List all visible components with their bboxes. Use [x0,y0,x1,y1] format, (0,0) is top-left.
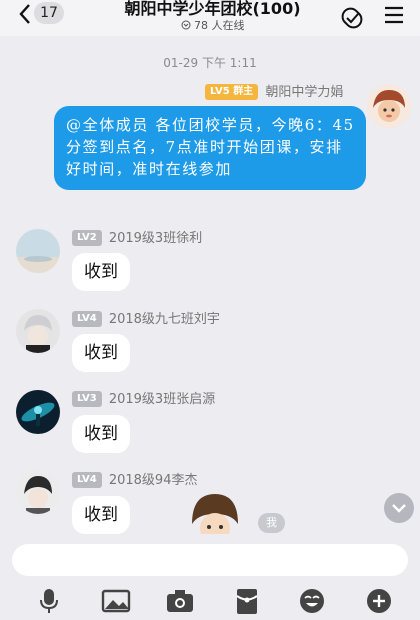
sender-info: LV3 2019级3班张启源 [72,391,215,408]
sticker-image[interactable] [186,490,244,534]
message-input[interactable] [12,544,408,576]
message-bubble[interactable]: 收到 [72,334,130,372]
sender-name: 2018级94李杰 [108,472,198,488]
me-label: 我 [258,513,285,533]
input-bar [0,534,420,620]
avatar[interactable] [16,470,60,514]
level-badge: LV2 [72,230,102,246]
sender-info: LV4 2018级94李杰 [72,472,197,489]
mic-icon[interactable] [34,586,64,616]
sender-name: 朝阳中学力娟 [265,84,344,100]
online-count: 78 人在线 [194,19,245,32]
sender-info: LV2 2019级3班徐利 [72,230,202,247]
message-bubble[interactable]: 收到 [72,253,130,291]
red-packet-icon[interactable] [232,586,262,616]
avatar[interactable] [16,229,60,273]
chevron-down-circle-icon [181,20,190,30]
avatar[interactable] [16,390,60,434]
level-badge: LV3 [72,391,102,407]
group-title[interactable]: 朝阳中学少年团校(100) [100,0,325,18]
sender-name: 2019级3班张启源 [108,391,216,407]
group-call-icon[interactable] [338,4,366,36]
emoji-icon[interactable] [297,586,327,616]
message-bubble[interactable]: @全体成员 各位团校学员，今晚6：45分签到点名，7点准时开始团课，安排好时间，… [54,106,366,190]
message-bubble[interactable]: 收到 [72,415,130,453]
sender-name: 2019级3班徐利 [108,230,203,246]
sender-info: LV5 群主 朝阳中学力娟 [205,84,343,101]
back-arrow-icon[interactable] [18,3,32,29]
chevron-down-icon [392,504,406,513]
image-icon[interactable] [101,586,131,616]
message-timestamp: 01-29 下午 1:11 [163,56,257,70]
camera-icon[interactable] [165,586,195,616]
avatar[interactable] [367,84,411,128]
chat-header: 17 朝阳中学少年团校(100) 78 人在线 [0,0,420,36]
menu-icon[interactable] [383,4,405,30]
avatar[interactable] [16,309,60,353]
level-badge: LV4 [72,472,102,488]
level-badge: LV5 群主 [205,84,259,100]
scroll-down-button[interactable] [384,493,414,523]
sender-name: 2018级九七班刘宇 [108,311,220,327]
online-status: 78 人在线 [100,17,325,33]
sender-info: LV4 2018级九七班刘宇 [72,311,220,328]
unread-count-badge[interactable]: 17 [34,2,64,24]
level-badge: LV4 [72,311,102,327]
message-bubble[interactable]: 收到 [72,496,130,534]
plus-icon[interactable] [364,586,394,616]
